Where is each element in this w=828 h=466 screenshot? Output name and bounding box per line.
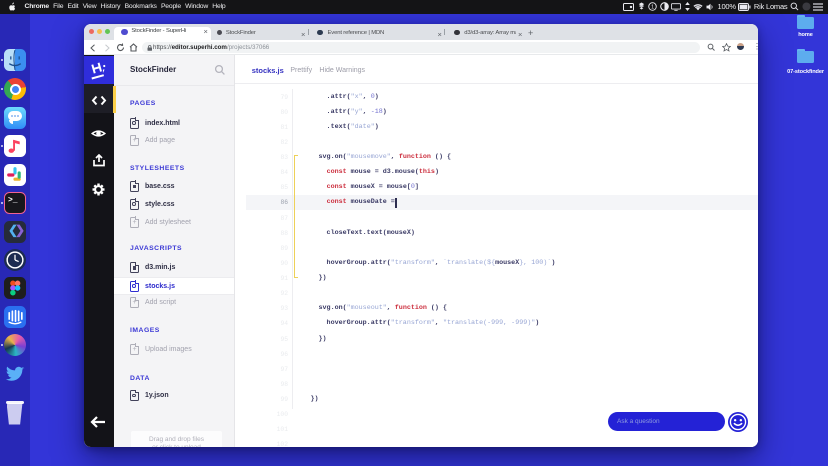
- svg-text:1: 1: [652, 5, 655, 11]
